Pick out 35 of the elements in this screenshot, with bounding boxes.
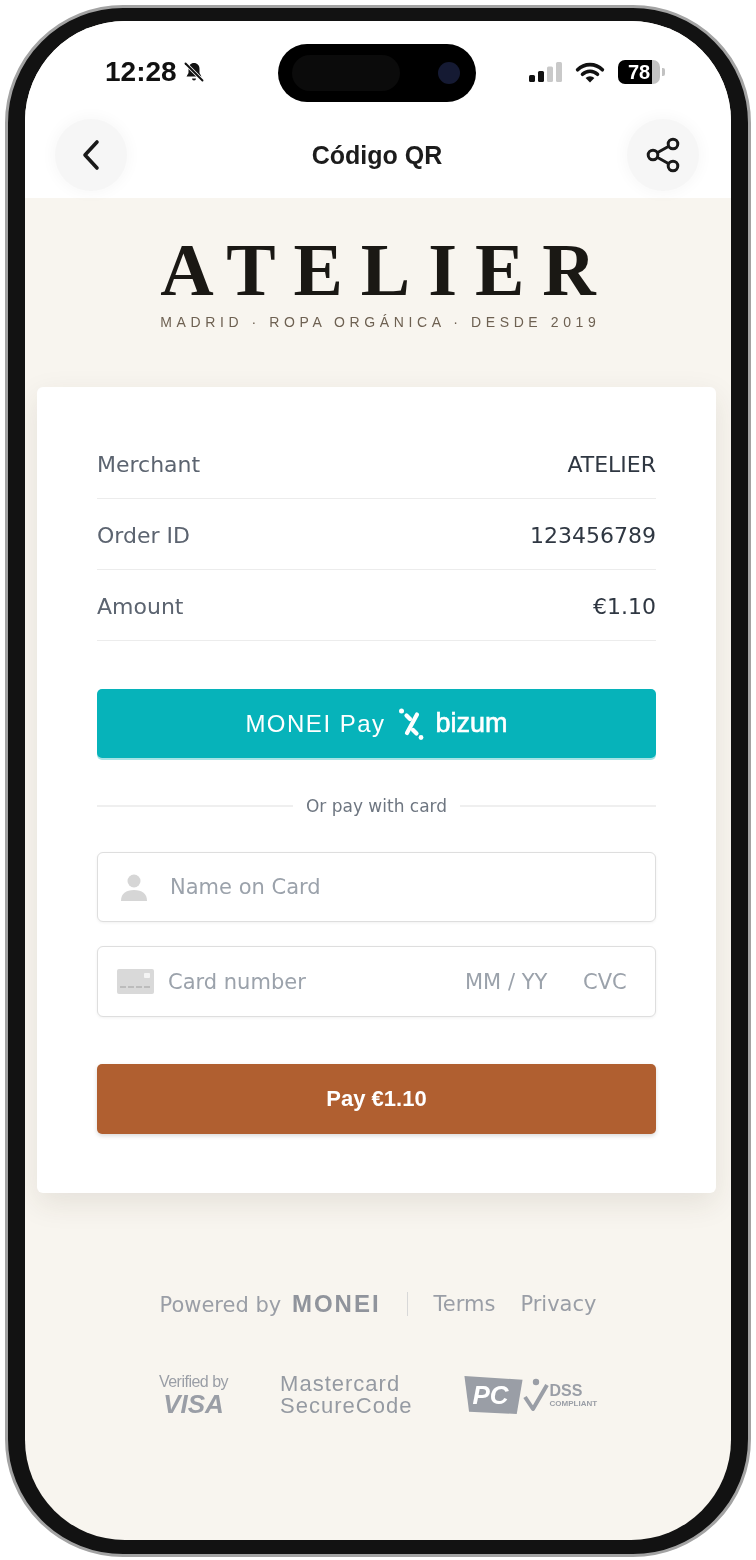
page-title: Código QR bbox=[311, 140, 443, 171]
summary-label: Amount bbox=[97, 594, 184, 619]
divider-label: Or pay with card bbox=[305, 796, 448, 816]
bizum-pay-button[interactable]: MONEI Pay bizum bbox=[97, 689, 656, 758]
bizum-logo-icon bbox=[397, 707, 424, 740]
check-icon bbox=[522, 1377, 549, 1413]
compliant-text: COMPLIANT bbox=[549, 1398, 598, 1408]
mastercard-securecode-text: Mastercard SecureCode bbox=[280, 1373, 413, 1417]
summary-value: €1.10 bbox=[593, 594, 656, 619]
signal-icon bbox=[529, 62, 562, 82]
status-time: 12:28 bbox=[105, 56, 177, 88]
footer-link[interactable]: Privacy bbox=[520, 1292, 597, 1316]
back-icon bbox=[81, 139, 101, 171]
wifi-icon bbox=[575, 61, 605, 83]
bell-slash-icon bbox=[181, 60, 206, 84]
brand-tagline: MADRID · ROPA ORGÁNICA · DESDE 2019 bbox=[160, 314, 601, 330]
pay-button[interactable]: Pay €1.10 bbox=[97, 1064, 656, 1134]
summary-label: Order ID bbox=[97, 523, 190, 548]
expiry-input[interactable]: MM / YY bbox=[465, 969, 561, 994]
battery-level: 78 bbox=[618, 60, 665, 84]
dss-text: DSS bbox=[549, 1382, 584, 1399]
cvc-input[interactable]: CVC bbox=[583, 969, 635, 994]
summary-label: Merchant bbox=[97, 452, 201, 477]
pci-logo: PC bbox=[464, 1376, 523, 1414]
credit-card-icon bbox=[117, 969, 154, 994]
name-on-card-field[interactable]: Name on Card bbox=[97, 852, 656, 922]
summary-value: 123456789 bbox=[530, 523, 656, 548]
brand-logo: ATELIER bbox=[160, 233, 614, 307]
person-icon bbox=[120, 874, 148, 901]
summary-value: ATELIER bbox=[567, 452, 656, 477]
verified-by-visa-text: Verified by VISA bbox=[158, 1373, 229, 1417]
footer-link[interactable]: Terms bbox=[433, 1292, 496, 1316]
card-number-input[interactable]: Card number bbox=[168, 969, 451, 994]
powered-by-text: Powered by MONEI bbox=[159, 1290, 381, 1318]
share-icon bbox=[645, 137, 681, 173]
